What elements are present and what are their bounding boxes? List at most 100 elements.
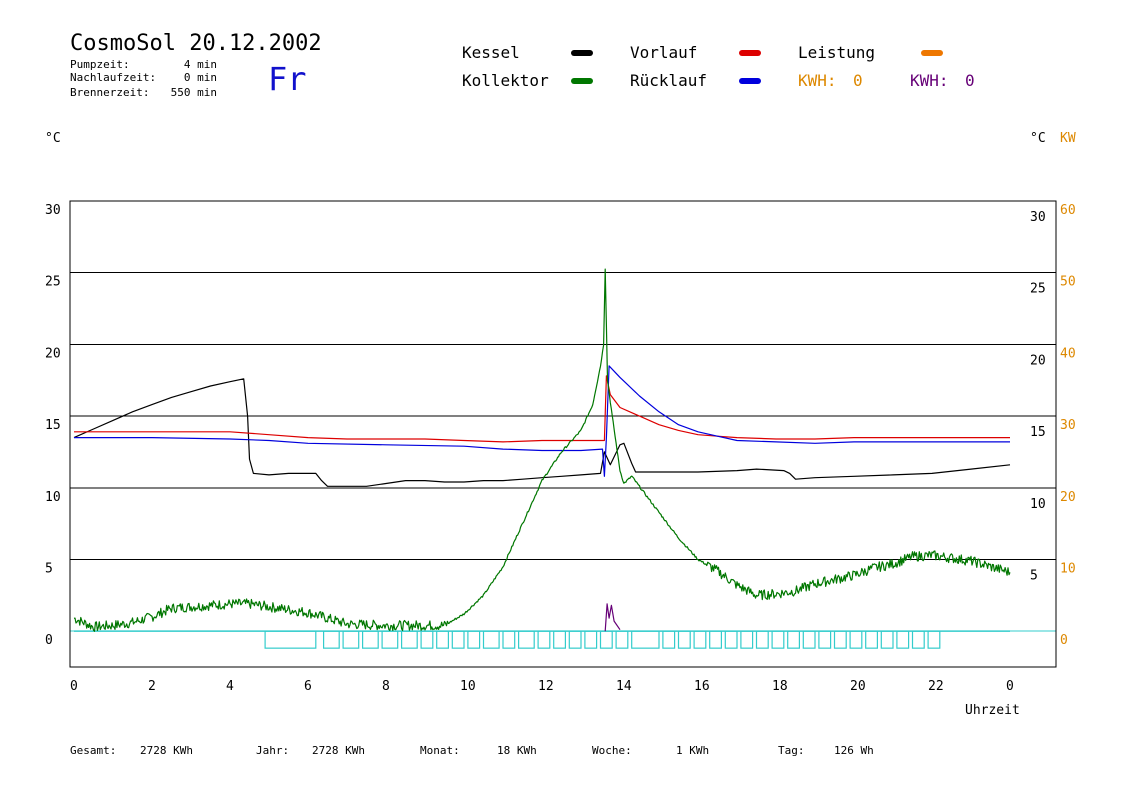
pump-block	[724, 630, 738, 649]
pump-block	[467, 630, 481, 649]
pump-block	[482, 630, 500, 649]
chart-title: CosmoSol 20.12.2002	[70, 31, 322, 56]
axis-ticks: 0510152025305101520253001020304050600 2 4 6…	[45, 203, 1076, 694]
pump-block	[451, 630, 465, 649]
kwh-label-2: KWH:	[910, 71, 949, 90]
x-tick-label: 2	[148, 679, 156, 694]
pump-block	[662, 630, 676, 649]
pump-block	[818, 630, 832, 649]
y-tick-left: 10	[45, 490, 61, 505]
y-tick-kw: 0	[1060, 633, 1068, 648]
pump-block	[401, 630, 418, 649]
y-tick-kw: 50	[1060, 275, 1076, 290]
y-tick-left: 15	[45, 418, 61, 433]
y-tick-right: 20	[1030, 353, 1046, 368]
kwh-label-1: KWH:	[798, 71, 837, 90]
kwh-value-1: 0	[853, 71, 863, 90]
plot-frame	[69, 200, 1057, 668]
series-leistung	[604, 603, 621, 632]
y-axis-unit-kw: KW	[1060, 131, 1076, 146]
pump-block	[771, 630, 785, 649]
legend-label-ruecklauf: Rücklauf	[630, 71, 707, 90]
pump-block	[584, 630, 598, 649]
nachlaufzeit-value: 0 min	[184, 71, 217, 84]
pump-block	[342, 630, 360, 649]
footer-monat-label: Monat:	[420, 744, 460, 757]
x-tick-label: 0	[70, 679, 78, 694]
x-tick-label: 4	[226, 679, 234, 694]
chart-canvas: CosmoSol 20.12.2002 Pumpzeit: 4 min Nach…	[45, 31, 1076, 757]
y-tick-right: 15	[1030, 425, 1046, 440]
y-tick-left: 0	[45, 633, 53, 648]
pump-block	[517, 630, 535, 649]
x-tick-label: 16	[694, 679, 710, 694]
pumpzeit-value: 4 min	[184, 58, 217, 71]
series-vorlauf	[74, 375, 1010, 443]
brennerzeit-value: 550 min	[171, 86, 217, 99]
y-tick-kw: 10	[1060, 561, 1076, 576]
grid	[70, 200, 1056, 632]
pump-block	[880, 630, 894, 649]
y-tick-left: 20	[45, 346, 61, 361]
x-tick-label: 22	[928, 679, 944, 694]
pump-block	[709, 630, 723, 649]
y-axis-unit-left: °C	[45, 131, 61, 146]
pump-block	[693, 630, 707, 649]
series-kessel	[73, 378, 1011, 487]
y-tick-left: 25	[45, 275, 61, 290]
pump-block	[264, 630, 317, 649]
y-tick-right: 10	[1030, 497, 1046, 512]
brennerzeit-label: Brennerzeit:	[70, 86, 149, 99]
series-layer	[73, 268, 1011, 632]
legend-label-leistung: Leistung	[798, 43, 875, 62]
y-tick-left: 30	[45, 203, 61, 218]
pump-block	[568, 630, 582, 649]
pump-indicator	[74, 630, 1010, 649]
x-tick-label: 20	[850, 679, 866, 694]
legend: Kessel Vorlauf Leistung Kollektor Rückla…	[462, 43, 975, 90]
pump-block	[865, 630, 879, 649]
y-tick-left: 5	[45, 561, 53, 576]
footer-woche-value: 1 KWh	[676, 744, 709, 757]
pump-block	[677, 630, 691, 649]
footer-totals: Gesamt: 2728 KWh Jahr: 2728 KWh Monat: 1…	[70, 744, 874, 757]
footer-gesamt-value: 2728 KWh	[140, 744, 193, 757]
pump-block	[537, 630, 551, 649]
x-tick-label: 0	[1006, 679, 1014, 694]
pump-block	[755, 630, 769, 649]
y-tick-right: 5	[1030, 568, 1038, 583]
y-tick-kw: 20	[1060, 490, 1076, 505]
y-tick-kw: 60	[1060, 203, 1076, 218]
legend-label-kessel: Kessel	[462, 43, 520, 62]
pump-block	[615, 630, 629, 649]
pump-block	[553, 630, 567, 649]
pump-block	[599, 630, 613, 649]
footer-woche-label: Woche:	[592, 744, 632, 757]
pump-block	[362, 630, 379, 649]
y-tick-kw: 30	[1060, 418, 1076, 433]
x-tick-label: 10	[460, 679, 476, 694]
y-tick-right: 30	[1030, 210, 1046, 225]
pump-block	[323, 630, 340, 649]
y-tick-right: 25	[1030, 282, 1046, 297]
footer-gesamt-label: Gesamt:	[70, 744, 116, 757]
pump-block	[911, 630, 925, 649]
legend-label-vorlauf: Vorlauf	[630, 43, 697, 62]
y-tick-kw: 40	[1060, 346, 1076, 361]
x-tick-label: 6	[304, 679, 312, 694]
pump-block	[833, 630, 847, 649]
x-tick-label: 18	[772, 679, 788, 694]
weekday-label: Fr	[268, 60, 307, 98]
pump-block	[740, 630, 754, 649]
pump-block	[802, 630, 816, 649]
y-axis-unit-right: °C	[1030, 131, 1046, 146]
pump-block	[896, 630, 910, 649]
x-tick-label: 8	[382, 679, 390, 694]
pump-block	[787, 630, 801, 649]
footer-tag-value: 126 Wh	[834, 744, 874, 757]
pump-block	[927, 630, 941, 649]
pump-block	[381, 630, 399, 649]
pump-block	[436, 630, 450, 649]
pump-block	[631, 630, 660, 649]
x-tick-label: 14	[616, 679, 632, 694]
